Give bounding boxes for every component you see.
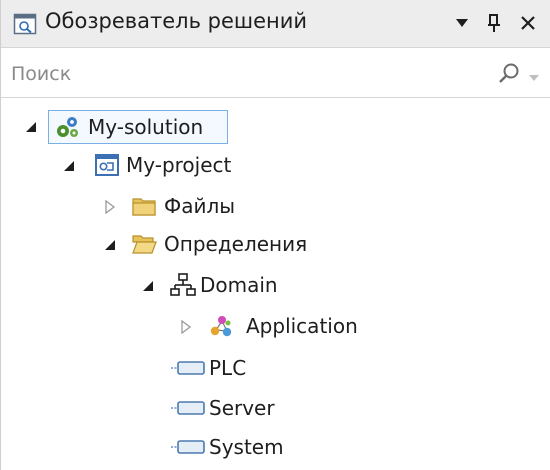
expanded-arrow-icon[interactable]: [140, 278, 156, 294]
collapsed-arrow-icon[interactable]: [178, 319, 194, 335]
folder-open-icon: [131, 231, 157, 257]
tree-node-label: Определения: [164, 232, 308, 256]
title-bar: Обозреватель решений: [1, 0, 550, 48]
search-options-chevron-icon[interactable]: [527, 68, 541, 81]
tree-node-label: My-project: [126, 153, 232, 177]
network-hierarchy-icon: [170, 272, 196, 298]
project-icon: [94, 152, 120, 178]
device-icon: [171, 355, 205, 381]
tree-node-label: My-solution: [88, 115, 204, 139]
tree-node-label: Domain: [200, 273, 278, 297]
application-nodes-icon: [208, 313, 234, 339]
tree-node-label: Server: [209, 396, 275, 420]
expanded-arrow-icon[interactable]: [61, 158, 77, 174]
solution-icon: [54, 114, 80, 140]
tree-node-label: Файлы: [164, 194, 236, 218]
tree-node-label: PLC: [209, 356, 247, 380]
tree-node-label: System: [209, 435, 284, 459]
dropdown-triangle-icon[interactable]: [449, 10, 475, 36]
solution-explorer-panel: Обозреватель решений Поиск My-solution M…: [0, 0, 550, 470]
expanded-arrow-icon[interactable]: [102, 237, 118, 253]
device-icon: [171, 395, 205, 421]
folder-closed-icon: [131, 193, 157, 219]
panel-title: Обозреватель решений: [45, 9, 308, 33]
tree-node-label: Application: [246, 314, 358, 338]
search-input[interactable]: [9, 57, 483, 91]
close-icon[interactable]: [515, 10, 541, 36]
solution-explorer-icon: [13, 12, 37, 36]
expanded-arrow-icon[interactable]: [23, 119, 39, 135]
search-bar: [1, 48, 550, 98]
pin-icon[interactable]: [481, 10, 507, 36]
search-icon[interactable]: [495, 60, 523, 88]
collapsed-arrow-icon[interactable]: [102, 199, 118, 215]
device-icon: [171, 434, 205, 460]
